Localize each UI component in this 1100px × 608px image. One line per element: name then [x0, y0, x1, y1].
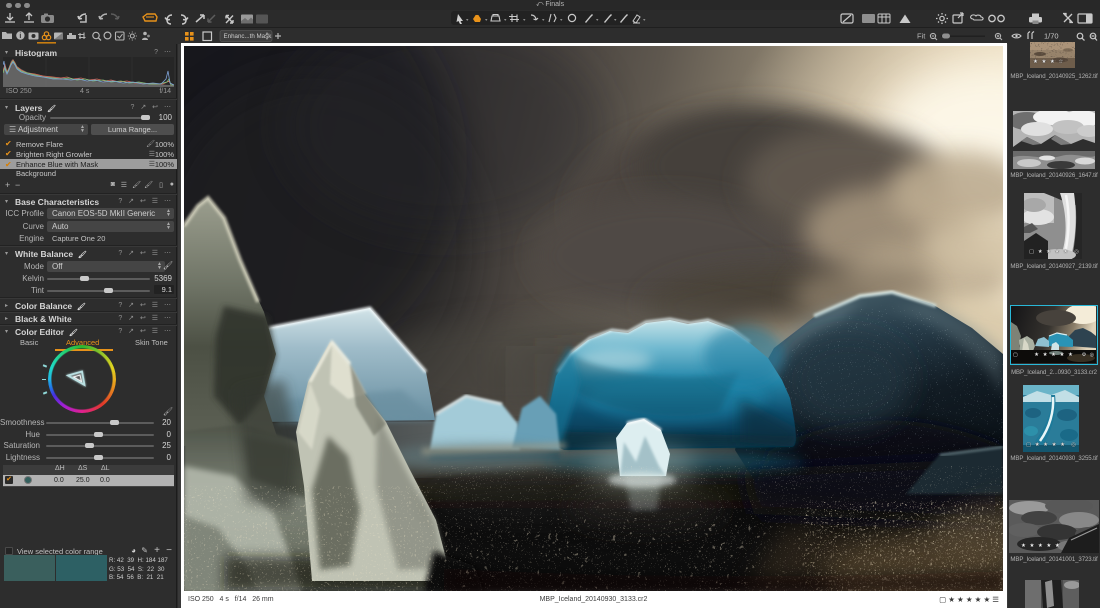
svg-text:Fit: Fit [917, 32, 926, 41]
svg-text:Enhanc...th Mask: Enhanc...th Mask [224, 33, 273, 40]
svg-text:i: i [19, 33, 21, 40]
svg-text:1/70: 1/70 [1044, 32, 1059, 41]
